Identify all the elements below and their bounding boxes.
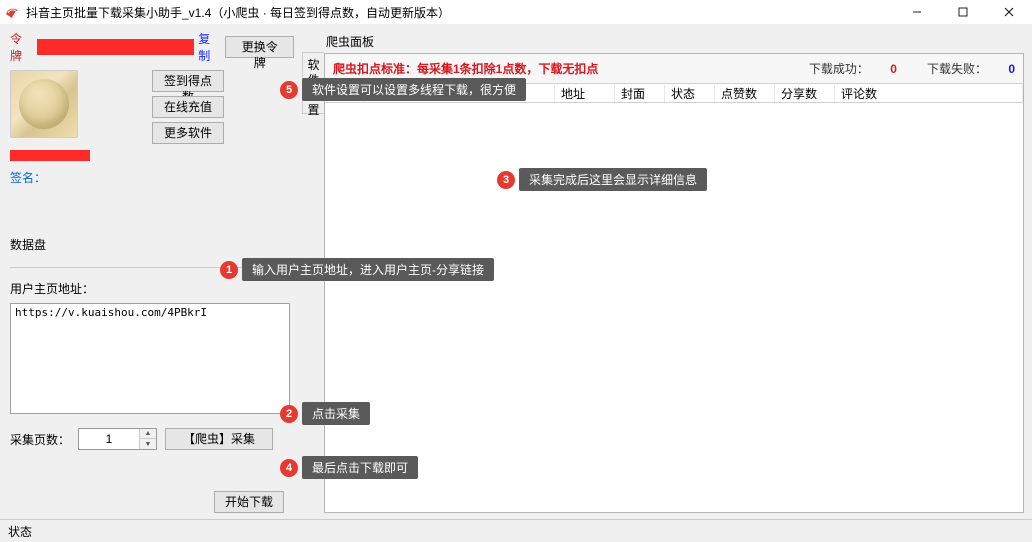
maximize-button[interactable] (940, 0, 986, 24)
col-comments: 评论数 (835, 85, 1023, 102)
annotation-5: 5 软件设置可以设置多线程下载，很方便 (280, 78, 526, 101)
annotation-2: 2 点击采集 (280, 402, 370, 425)
crawler-panel-title: 爬虫面板 (324, 30, 1024, 53)
app-icon (4, 4, 20, 20)
annotation-4: 4 最后点击下载即可 (280, 456, 418, 479)
settings-tab-char: 软 (307, 59, 319, 72)
download-fail: 下载失败： 0 (927, 60, 1015, 77)
token-redacted (37, 39, 194, 55)
col-shares: 分享数 (775, 85, 835, 102)
spin-down-icon[interactable]: ▼ (140, 439, 156, 449)
collect-button[interactable]: 【爬虫】采集 (165, 428, 273, 450)
download-ok-value: 0 (890, 62, 897, 76)
token-label: 令牌 (10, 30, 33, 64)
download-button[interactable]: 开始下载 (214, 491, 284, 513)
annotation-badge: 3 (497, 171, 515, 189)
download-fail-value: 0 (1008, 62, 1015, 76)
url-label: 用户主页地址： (10, 280, 294, 297)
statusbar: 状态 (0, 519, 1032, 541)
download-ok: 下载成功： 0 (809, 60, 897, 77)
signature-label: 签名： (10, 169, 294, 186)
annotation-3: 3 采集完成后这里会显示详细信息 (497, 168, 707, 191)
settings-tab-char: 置 (307, 104, 319, 117)
table-body (325, 103, 1023, 512)
annotation-badge: 1 (220, 261, 238, 279)
close-button[interactable] (986, 0, 1032, 24)
col-likes: 点赞数 (715, 85, 775, 102)
more-software-button[interactable]: 更多软件 (152, 122, 224, 144)
col-cover: 封面 (615, 85, 665, 102)
status-text: 状态 (8, 525, 32, 539)
annotation-text: 输入用户主页地址，进入用户主页-分享链接 (242, 258, 494, 281)
data-panel-title: 数据盘 (10, 236, 294, 253)
spin-up-icon[interactable]: ▲ (140, 429, 156, 439)
titlebar: 抖音主页批量下载采集小助手_v1.4（小爬虫 · 每日签到得点数，自动更新版本） (0, 0, 1032, 24)
col-url: 地址 (555, 85, 615, 102)
url-textarea[interactable] (10, 303, 290, 414)
annotation-badge: 4 (280, 459, 298, 477)
window-title: 抖音主页批量下载采集小助手_v1.4（小爬虫 · 每日签到得点数，自动更新版本） (26, 4, 450, 21)
annotation-text: 采集完成后这里会显示详细信息 (519, 168, 707, 191)
annotation-text: 点击采集 (302, 402, 370, 425)
col-status: 状态 (665, 85, 715, 102)
minimize-button[interactable] (894, 0, 940, 24)
annotation-badge: 2 (280, 405, 298, 423)
pages-stepper[interactable]: ▲ ▼ (78, 428, 157, 450)
download-fail-label: 下载失败： (927, 62, 987, 76)
download-ok-label: 下载成功： (809, 62, 869, 76)
crawler-panel: 爬虫扣点标准：每采集1条扣除1点数，下载无扣点 下载成功： 0 下载失败： 0 … (324, 53, 1024, 513)
avatar (10, 70, 78, 138)
annotation-1: 1 输入用户主页地址，进入用户主页-分享链接 (220, 258, 494, 281)
change-token-button[interactable]: 更换令牌 (225, 36, 294, 58)
username-redacted (10, 150, 90, 161)
rule-text: 爬虫扣点标准：每采集1条扣除1点数，下载无扣点 (333, 60, 598, 77)
pages-input[interactable] (79, 429, 139, 449)
annotation-text: 软件设置可以设置多线程下载，很方便 (302, 78, 526, 101)
recharge-button[interactable]: 在线充值 (152, 96, 224, 118)
sign-in-button[interactable]: 签到得点数 (152, 70, 224, 92)
annotation-text: 最后点击下载即可 (302, 456, 418, 479)
pages-label: 采集页数： (10, 431, 70, 448)
copy-link[interactable]: 复制 (198, 30, 221, 64)
annotation-badge: 5 (280, 81, 298, 99)
